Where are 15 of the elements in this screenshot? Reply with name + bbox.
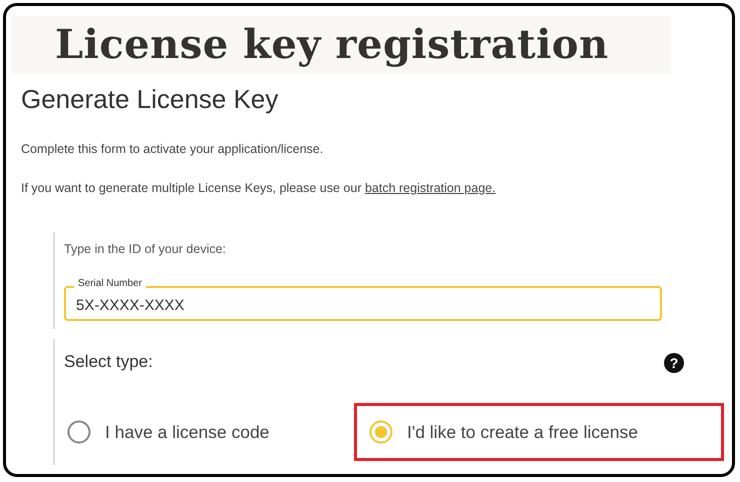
device-prompt: Type in the ID of your device: <box>64 240 227 258</box>
select-type-label: Select type: <box>64 351 153 374</box>
intro-text: Complete this form to activate your application/license. <box>21 141 324 158</box>
radio-option[interactable]: I have a license code <box>64 402 354 461</box>
option-label: I have a license code <box>105 420 270 444</box>
radio-button[interactable] <box>369 420 393 444</box>
batch-registration-link[interactable]: batch registration page. <box>364 180 496 195</box>
batch-note: If you want to generate multiple License Keys, please use our batch registration page. <box>21 180 497 197</box>
radio-option[interactable]: I'd like to create a free license <box>354 402 724 461</box>
page-title: License key registration <box>55 20 610 70</box>
option-label: I'd like to create a free license <box>407 420 638 444</box>
form-heading: Generate License Key <box>21 83 280 116</box>
help-icon[interactable]: ? <box>664 353 684 374</box>
radio-button[interactable] <box>67 420 91 444</box>
serial-number-field[interactable]: 5X-XXXX-XXXX <box>64 286 662 322</box>
